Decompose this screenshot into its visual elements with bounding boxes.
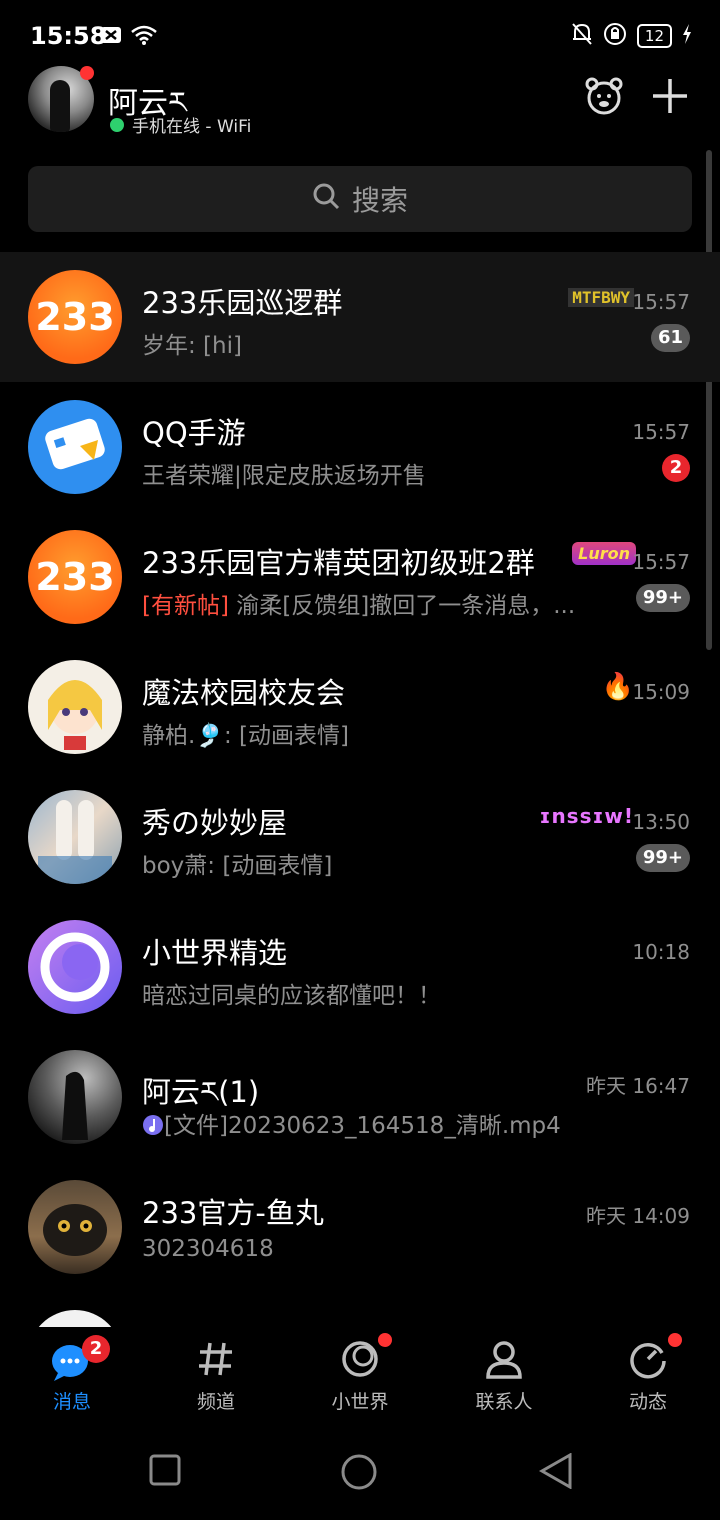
conversation-title: 233乐园官方精英团初级班2群: [142, 546, 535, 580]
conversation-time: 13:50: [632, 810, 690, 834]
tab-small-world[interactable]: 小世界: [288, 1327, 432, 1427]
add-icon[interactable]: [650, 76, 690, 120]
conversation-row[interactable]: 小世界精选 10:18 暗恋过同桌的应该都懂吧！！: [0, 902, 720, 1032]
online-dot-icon: [110, 117, 124, 132]
conversation-list: 233 233乐园巡逻群 MTFBWY 15:57 岁年: [hi] 61 QQ…: [0, 252, 720, 1327]
music-file-icon: [143, 1115, 163, 1135]
messages-badge: 2: [82, 1335, 110, 1363]
tab-messages[interactable]: 2 消息: [0, 1327, 144, 1427]
conversation-preview: boy萧: [动画表情]: [142, 853, 333, 879]
group-avatar: 233: [28, 530, 122, 624]
fire-icon: 🔥: [601, 672, 634, 702]
feed-refresh-icon: [628, 1339, 668, 1383]
conversation-title: 魔法校园校友会: [142, 676, 346, 710]
small-world-avatar: [28, 920, 122, 1014]
avatar-notification-dot: [80, 66, 94, 80]
conversation-preview: [有新帖] 渝柔[反馈组]撤回了一条消息，...: [142, 586, 575, 620]
conversation-row[interactable]: 阿云ར(1) 昨天 16:47 [文件]20230623_164518_清晰.m…: [0, 1032, 720, 1162]
bottom-tab-bar: 2 消息 频道 小世界 联系人 动态: [0, 1327, 720, 1427]
notification-icon: [100, 25, 122, 49]
home-icon[interactable]: [340, 1453, 378, 1495]
group-avatar: [28, 660, 122, 754]
conversation-time: 昨天 14:09: [586, 1204, 690, 1228]
member-tag: Luron: [572, 542, 636, 565]
battery-indicator: 12: [636, 24, 672, 48]
conversation-title: QQ手游: [142, 416, 246, 450]
conversation-row[interactable]: 魔法校园校友会 🔥 15:09 静柏.🎐: [动画表情]: [0, 642, 720, 772]
recent-apps-icon[interactable]: [148, 1453, 182, 1491]
search-icon: [312, 182, 340, 217]
user-avatar: [28, 1310, 122, 1327]
status-time: 15:58: [30, 22, 107, 50]
group-avatar: 233: [28, 270, 122, 364]
member-tag: MTFBWY: [568, 288, 634, 307]
person-icon: [484, 1339, 524, 1383]
tab-label: 消息: [52, 1391, 91, 1413]
system-nav-bar: [0, 1427, 720, 1520]
conversation-time: 15:57: [632, 420, 690, 444]
unread-badge: 99+: [635, 844, 690, 872]
online-status[interactable]: 手机在线 - WiFi: [110, 112, 251, 137]
unread-badge: 61: [650, 324, 690, 352]
search-placeholder: 搜索: [351, 184, 408, 217]
conversation-preview: [文件]20230623_164518_清晰.mp4: [142, 1106, 561, 1140]
presence-text: 手机在线 - WiFi: [132, 117, 252, 137]
user-avatar: [28, 1180, 122, 1274]
small-world-icon: [340, 1339, 380, 1383]
conversation-row[interactable]: QQ手游 15:57 王者荣耀|限定皮肤返场开售 2: [0, 382, 720, 512]
wifi-icon: [130, 24, 158, 50]
conversation-row[interactable]: 233 233乐园巡逻群 MTFBWY 15:57 岁年: [hi] 61: [0, 252, 720, 382]
tab-channels[interactable]: 频道: [144, 1327, 288, 1427]
conversation-title: 秀の妙妙屋: [142, 806, 288, 840]
charging-icon: [682, 24, 692, 48]
unread-badge: 99+: [635, 584, 690, 612]
preview-text: 渝柔[反馈组]撤回了一条消息，...: [228, 593, 576, 619]
conversation-preview: 岁年: [hi]: [142, 333, 242, 359]
conversation-title: 233乐园巡逻群: [142, 286, 343, 320]
conversation-preview: 王者荣耀|限定皮肤返场开售: [142, 463, 426, 489]
conversation-row[interactable]: 秀の妙妙屋 ɪnssɪw! 13:50 boy萧: [动画表情] 99+: [0, 772, 720, 902]
new-post-label: [有新帖]: [142, 593, 229, 619]
user-avatar: [28, 1050, 122, 1144]
member-tag: ɪnssɪw!: [539, 804, 634, 828]
group-avatar: [28, 790, 122, 884]
tab-label: 小世界: [331, 1391, 389, 1413]
conversation-row[interactable]: 233官方-鱼丸 昨天 14:09 302304618: [0, 1162, 720, 1292]
conversation-time: 15:57: [632, 290, 690, 314]
lock-rotation-icon: [603, 22, 627, 50]
conversation-preview: 暗恋过同桌的应该都懂吧！！: [142, 983, 441, 1009]
preview-text: [文件]20230623_164518_清晰.mp4: [164, 1113, 561, 1139]
conversation-row[interactable]: 233 233乐园官方精英团初级班2群 Luron 15:57 [有新帖] 渝柔…: [0, 512, 720, 642]
conversation-time: 10:18: [632, 940, 690, 964]
conversation-time: 昨天 16:47: [586, 1074, 690, 1098]
hash-icon: [196, 1339, 236, 1383]
small-world-dot: [378, 1333, 392, 1347]
tab-label: 联系人: [475, 1391, 533, 1413]
conversation-preview: 302304618: [142, 1236, 274, 1262]
mute-bell-icon: [571, 22, 593, 50]
unread-badge: 2: [662, 454, 690, 482]
search-bar[interactable]: 搜索: [28, 166, 692, 232]
back-icon[interactable]: [538, 1452, 574, 1493]
qq-games-avatar: [28, 400, 122, 494]
conversation-time: 15:09: [632, 680, 690, 704]
feed-dot: [668, 1333, 682, 1347]
bear-icon[interactable]: [584, 76, 624, 120]
tab-feed[interactable]: 动态: [576, 1327, 720, 1427]
conversation-row-partial[interactable]: [0, 1292, 720, 1327]
conversation-preview: 静柏.🎐: [动画表情]: [142, 723, 349, 749]
conversation-title: 小世界精选: [142, 936, 288, 970]
tab-label: 动态: [628, 1391, 667, 1413]
conversation-title: 233官方-鱼丸: [142, 1196, 324, 1230]
tab-contacts[interactable]: 联系人: [432, 1327, 576, 1427]
header: 阿云ར 手机在线 - WiFi: [0, 60, 720, 150]
tab-label: 频道: [196, 1391, 235, 1413]
conversation-time: 15:57: [632, 550, 690, 574]
